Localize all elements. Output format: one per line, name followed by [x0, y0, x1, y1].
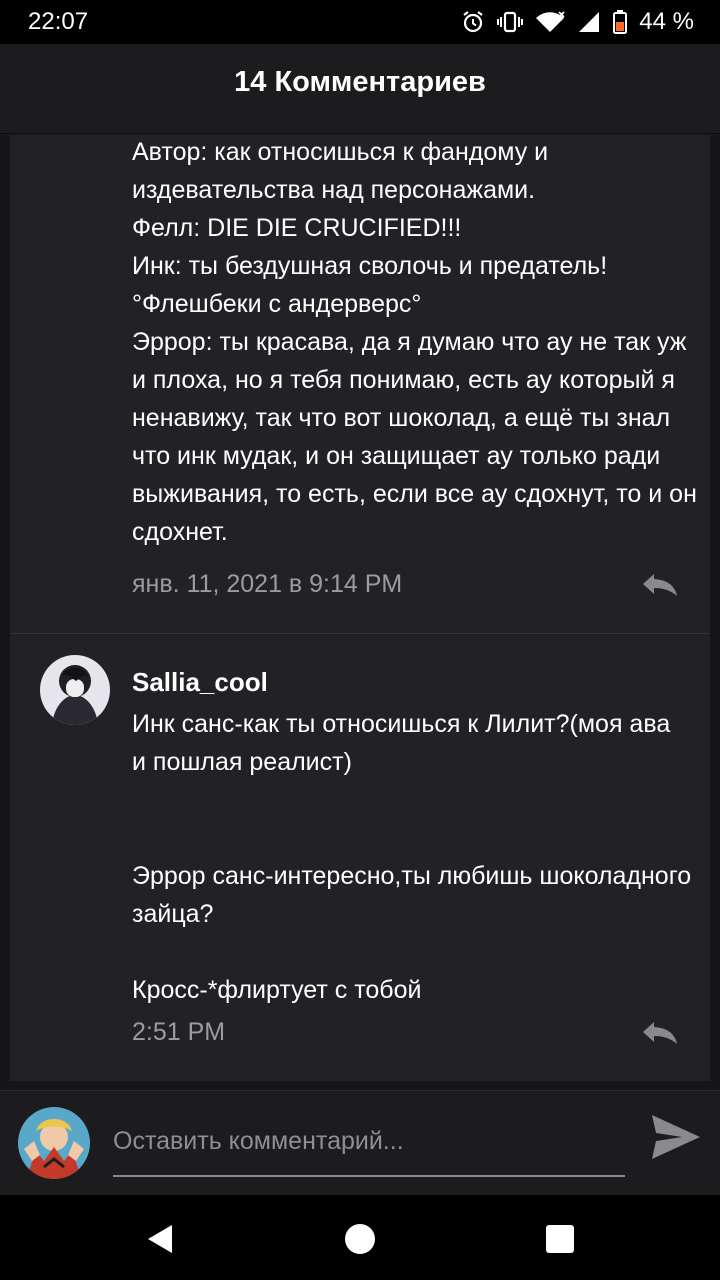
comment-timestamp: 2:51 PM: [132, 1018, 226, 1046]
page-title: 14 Комментариев: [234, 66, 486, 98]
comment-text: Автор: как относишься к фандому и издева…: [132, 138, 697, 546]
comment-input[interactable]: [113, 1121, 625, 1177]
reply-icon[interactable]: [640, 572, 680, 598]
send-icon[interactable]: [650, 1113, 702, 1161]
comment-username[interactable]: Sallia_cool: [132, 667, 268, 698]
comment-text: Инк санс-как ты относишься к Лилит?(моя …: [132, 710, 692, 1004]
avatar[interactable]: [18, 1107, 90, 1179]
signal-icon: [579, 12, 600, 32]
comment-composer: [0, 1090, 720, 1195]
status-bar: 22:07 44 %: [0, 0, 720, 44]
divider: [10, 633, 710, 634]
alarm-icon: [463, 11, 483, 33]
status-time: 22:07: [28, 8, 89, 35]
status-icons: 44 %: [461, 7, 694, 37]
battery-percent: 44 %: [639, 8, 694, 35]
reply-icon[interactable]: [640, 1020, 680, 1046]
system-nav-bar: [0, 1195, 720, 1280]
home-icon[interactable]: [340, 1219, 380, 1259]
comment-timestamp: янв. 11, 2021 в 9:14 PM: [132, 570, 403, 598]
comment-card: Sallia_cool Инк санс-как ты относишься к…: [10, 633, 710, 1081]
battery-icon: [613, 10, 628, 34]
recents-icon[interactable]: [540, 1219, 580, 1259]
avatar[interactable]: [40, 655, 110, 725]
comments-feed[interactable]: Автор: как относишься к фандому и издева…: [0, 135, 720, 1090]
back-icon[interactable]: [140, 1219, 180, 1259]
vibrate-icon: [497, 11, 524, 33]
wifi-icon: [536, 11, 565, 32]
comments-header: 14 Комментариев: [0, 44, 720, 134]
